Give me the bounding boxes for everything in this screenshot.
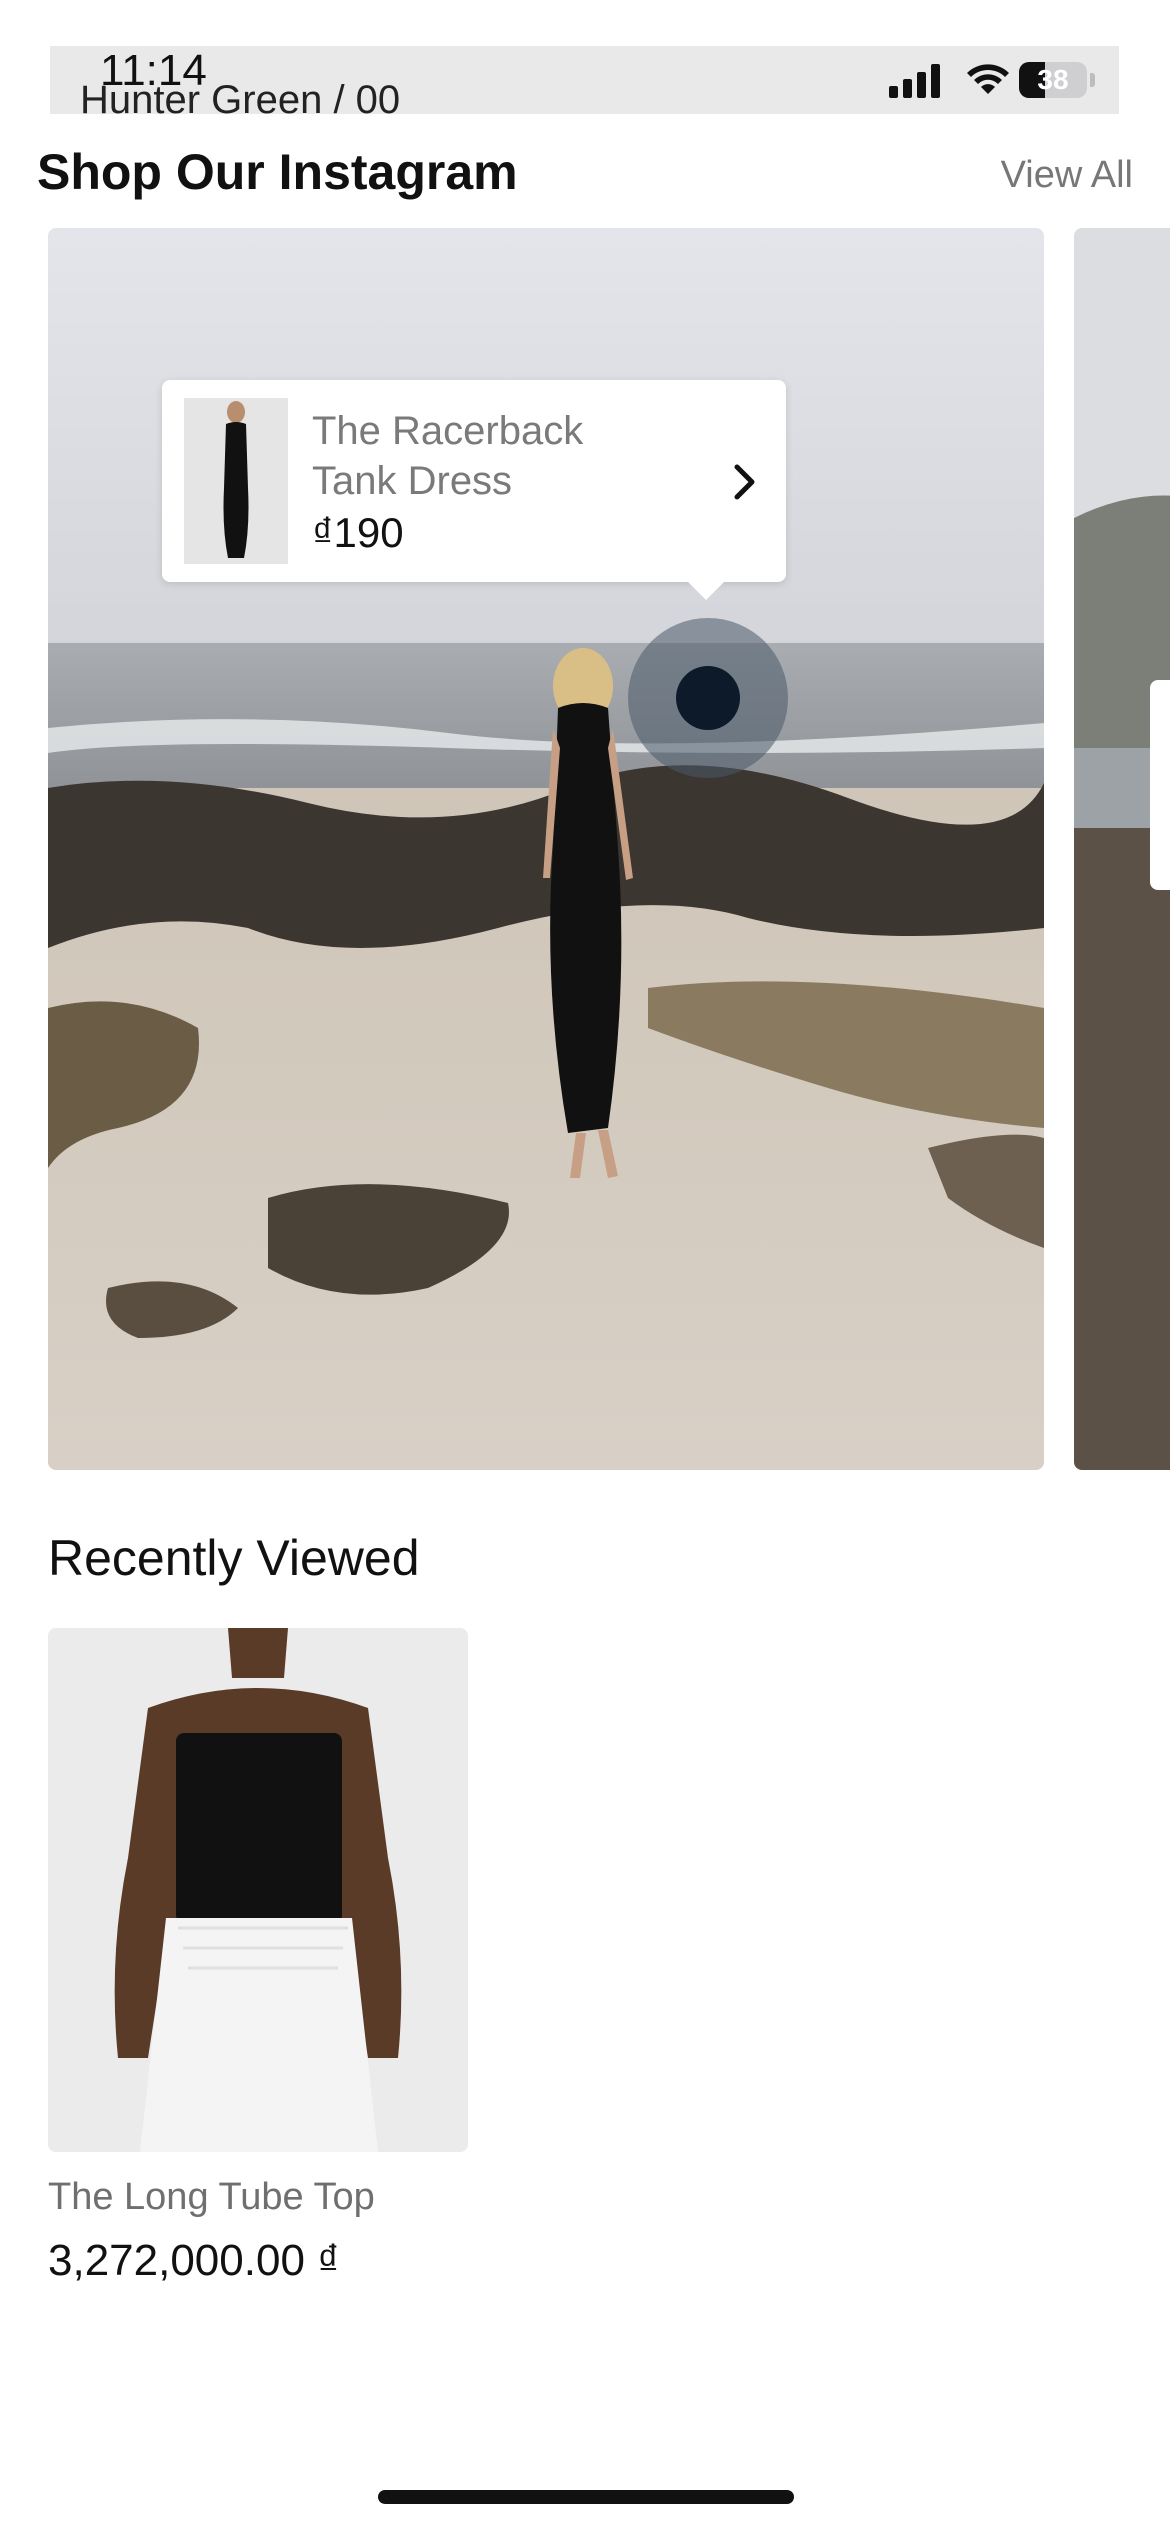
battery-icon: 38 xyxy=(1019,62,1087,98)
status-time: 11:14 xyxy=(100,46,207,95)
recently-viewed-title: Recently Viewed xyxy=(48,1530,420,1586)
tube-top-photo xyxy=(48,1628,468,2152)
next-card-popup-edge xyxy=(1150,680,1170,890)
status-indicators: 38 xyxy=(889,54,1119,104)
product-thumbnail xyxy=(184,398,288,564)
battery-level: 38 xyxy=(1037,64,1069,95)
popup-pointer xyxy=(682,576,730,600)
hotspot-dot xyxy=(676,666,740,730)
chevron-right-icon[interactable] xyxy=(734,464,756,500)
product-price: ₫190 xyxy=(312,509,404,556)
dress-thumbnail-image xyxy=(184,398,288,564)
home-indicator[interactable] xyxy=(378,2490,794,2504)
product-hotspot[interactable] xyxy=(628,618,788,778)
product-name: The Racerback Tank Dress xyxy=(312,409,584,503)
wifi-icon xyxy=(967,64,1009,94)
section-title: Shop Our Instagram xyxy=(37,144,518,200)
recent-product-image[interactable] xyxy=(48,1628,468,2152)
view-all-link[interactable]: View All xyxy=(1001,152,1133,198)
status-bar: Hunter Green / 00 11:14 38 xyxy=(50,46,1119,114)
recent-product-price: 3,272,000.00 ₫ xyxy=(48,2236,340,2285)
signal-icon xyxy=(889,64,940,98)
recent-product-name[interactable]: The Long Tube Top xyxy=(48,2174,375,2220)
product-popup[interactable]: The Racerback Tank Dress ₫190 xyxy=(162,380,786,582)
